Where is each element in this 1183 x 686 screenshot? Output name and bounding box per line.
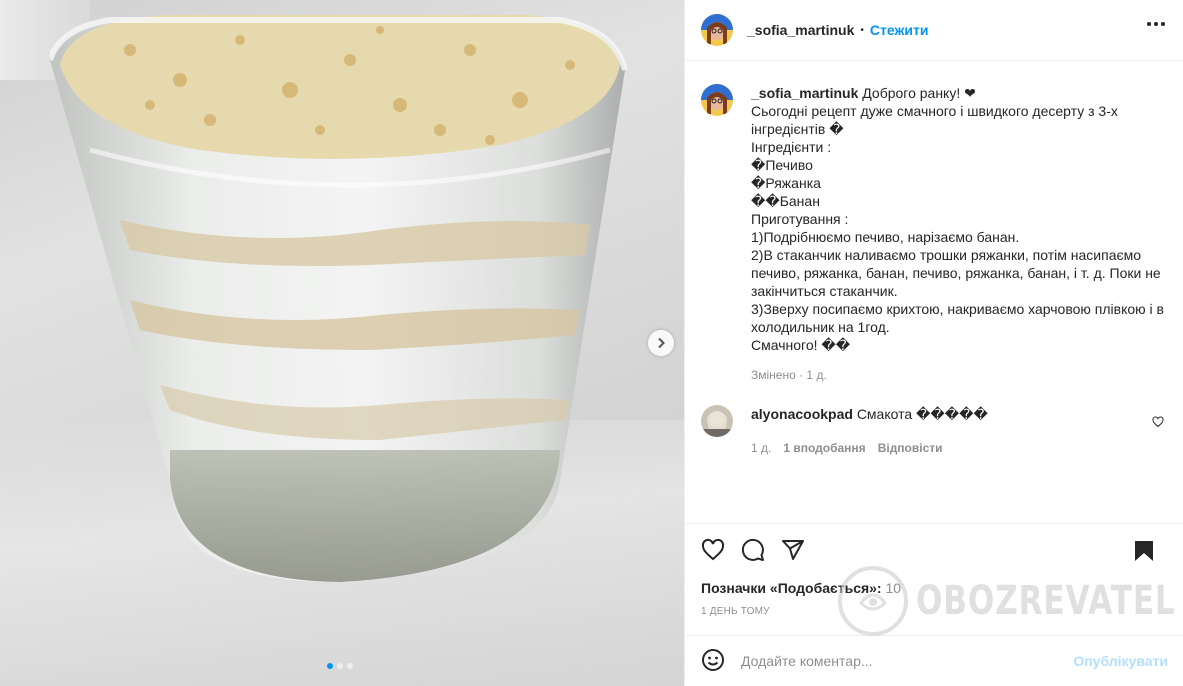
caption-line: Сьогодні рецепт дуже смачного і швидкого…: [751, 103, 1122, 137]
comments-section[interactable]: _sofia_martinuk Доброго ранку! ❤ Сьогодн…: [685, 61, 1183, 523]
share-button[interactable]: [781, 538, 805, 565]
carousel-indicator: [327, 663, 353, 669]
chevron-right-icon: [658, 337, 665, 349]
username-link[interactable]: _sofia_martinuk: [747, 22, 854, 38]
caption-line: Доброго ранку! ❤: [862, 85, 976, 101]
post-actions: Позначки «Подобається»: 10 1 ДЕНЬ ТОМУ: [685, 523, 1183, 635]
caption-line: ��Банан: [751, 193, 820, 209]
avatar[interactable]: [701, 84, 733, 116]
bookmark-icon: [1135, 541, 1153, 561]
likes-number: 10: [885, 580, 902, 596]
caption-line: 1)Подрібнюємо печиво, нарізаємо банан.: [751, 229, 1020, 245]
avatar[interactable]: [701, 14, 733, 46]
like-button[interactable]: [701, 538, 725, 565]
next-image-button[interactable]: [648, 330, 674, 356]
avatar[interactable]: [701, 405, 733, 437]
comment-button[interactable]: [741, 538, 765, 565]
action-icons: [701, 538, 1168, 564]
save-button[interactable]: [1134, 540, 1154, 565]
likes-label: Позначки «Подобається»:: [701, 580, 882, 596]
comment-text: Смакота �����: [856, 406, 988, 422]
more-options-button[interactable]: [1147, 22, 1165, 26]
caption-text: _sofia_martinuk Доброго ранку! ❤ Сьогодн…: [751, 84, 1168, 354]
comment-icon: [741, 538, 764, 561]
separator-dot: •: [860, 24, 864, 36]
caption-line: �Печиво: [751, 157, 813, 173]
caption: _sofia_martinuk Доброго ранку! ❤ Сьогодн…: [701, 84, 1168, 354]
reply-button[interactable]: Відповісти: [878, 441, 943, 455]
add-comment-bar: Опублікувати: [685, 635, 1183, 686]
comment-meta: 1 д. 1 вподобання Відповісти: [751, 441, 988, 455]
share-icon: [782, 539, 804, 560]
post-image[interactable]: [0, 0, 684, 686]
dessert-glass-image: [50, 15, 628, 582]
heart-icon: [1152, 416, 1164, 428]
post-comment-button[interactable]: Опублікувати: [1073, 653, 1168, 669]
post-header: _sofia_martinuk • Стежити: [685, 0, 1183, 61]
more-icon: [1147, 22, 1151, 26]
comment-item: alyonacookpad Смакота ����� 1 д. 1 вподо…: [701, 405, 1168, 455]
heart-icon: [701, 538, 725, 560]
carousel-dot-active: [327, 663, 333, 669]
caption-line: Інгредієнти :: [751, 139, 832, 155]
caption-line: Смачного! ��: [751, 337, 851, 353]
comment-likes[interactable]: 1 вподобання: [783, 441, 865, 455]
caption-line: 3)Зверху посипаємо крихтою, накриваємо х…: [751, 301, 1168, 335]
caption-line: Приготування :: [751, 211, 849, 227]
post-date: 1 ДЕНЬ ТОМУ: [701, 606, 770, 617]
caption-username[interactable]: _sofia_martinuk: [751, 85, 858, 101]
emoji-button[interactable]: [701, 648, 725, 675]
comment-username[interactable]: alyonacookpad: [751, 406, 853, 422]
carousel-dot: [337, 663, 343, 669]
post-details-panel: _sofia_martinuk • Стежити _sofia_martinu…: [684, 0, 1183, 686]
carousel-dot: [347, 663, 353, 669]
comment-input[interactable]: [741, 653, 1074, 669]
emoji-icon: [702, 648, 724, 671]
comment-like-button[interactable]: [1152, 415, 1164, 431]
caption-line: 2)В стаканчик наливаємо трошки ряжанки, …: [751, 247, 1165, 299]
caption-line: �Ряжанка: [751, 175, 821, 191]
caption-meta: Змінено · 1 д.: [751, 368, 827, 382]
follow-button[interactable]: Стежити: [870, 22, 929, 38]
comment-time[interactable]: 1 д.: [751, 441, 771, 455]
likes-count[interactable]: Позначки «Подобається»: 10: [701, 580, 1168, 596]
